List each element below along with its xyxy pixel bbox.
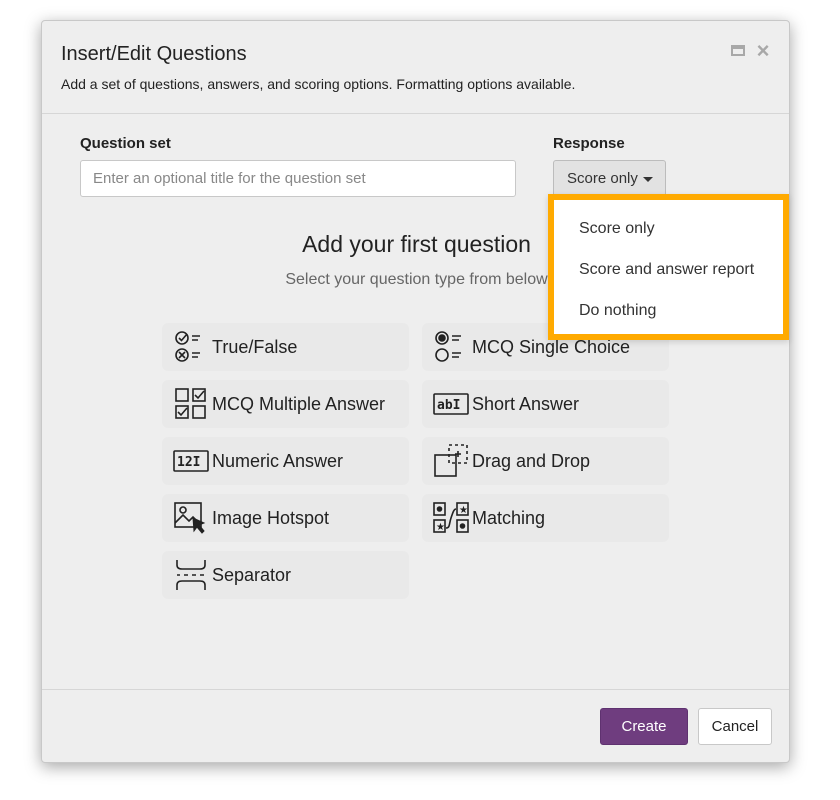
caret-down-icon (642, 177, 653, 182)
response-option-score-only[interactable]: Score only (579, 220, 655, 238)
svg-text:abI: abI (437, 398, 460, 413)
dialog-subtitle: Add a set of questions, answers, and sco… (61, 76, 576, 92)
svg-text:★: ★ (436, 522, 445, 533)
question-type-label: MCQ Multiple Answer (212, 393, 386, 414)
true-false-icon (173, 329, 209, 365)
question-type-label: Drag and Drop (472, 450, 591, 471)
numeric-answer-icon: 12I (173, 443, 209, 479)
question-type-label: Separator (212, 564, 292, 585)
create-button[interactable]: Create (600, 708, 688, 745)
response-selected-value: Score only (567, 170, 638, 187)
matching-icon: ★ ★ (433, 500, 469, 536)
question-type-mcq-multiple-answer[interactable]: MCQ Multiple Answer (162, 380, 409, 428)
insert-edit-questions-dialog: Insert/Edit Questions Add a set of quest… (41, 20, 790, 763)
dialog-header: Insert/Edit Questions Add a set of quest… (42, 21, 789, 114)
question-type-label: True/False (212, 336, 298, 357)
response-dropdown-menu: Score only Score and answer report Do no… (548, 194, 789, 340)
question-set-label: Question set (80, 135, 171, 152)
response-label: Response (553, 135, 625, 152)
question-type-true-false[interactable]: True/False (162, 323, 409, 371)
question-type-label: Matching (472, 507, 546, 528)
question-type-matching[interactable]: ★ ★ Matching (422, 494, 669, 542)
separator-icon (173, 557, 209, 593)
short-answer-icon: abI (433, 386, 469, 422)
question-type-numeric-answer[interactable]: 12I Numeric Answer (162, 437, 409, 485)
response-option-do-nothing[interactable]: Do nothing (579, 302, 656, 320)
mcq-multiple-answer-icon (173, 386, 209, 422)
question-type-label: Numeric Answer (212, 450, 344, 471)
mcq-single-choice-icon (433, 329, 469, 365)
question-set-title-input[interactable] (80, 160, 516, 197)
question-type-label: Short Answer (472, 393, 580, 414)
svg-text:★: ★ (459, 505, 468, 516)
drag-and-drop-icon (433, 443, 469, 479)
dialog-title: Insert/Edit Questions (61, 43, 247, 65)
response-select[interactable]: Score only (553, 160, 666, 197)
cancel-button[interactable]: Cancel (698, 708, 772, 745)
close-icon[interactable]: × (755, 40, 771, 62)
response-option-score-and-answer-report[interactable]: Score and answer report (579, 261, 754, 279)
question-type-drag-and-drop[interactable]: Drag and Drop (422, 437, 669, 485)
svg-text:12I: 12I (177, 455, 200, 470)
question-type-label: Image Hotspot (212, 507, 330, 528)
question-type-short-answer[interactable]: abI Short Answer (422, 380, 669, 428)
maximize-icon[interactable] (730, 43, 746, 59)
question-type-separator[interactable]: Separator (162, 551, 409, 599)
image-hotspot-icon (173, 500, 209, 536)
question-type-image-hotspot[interactable]: Image Hotspot (162, 494, 409, 542)
